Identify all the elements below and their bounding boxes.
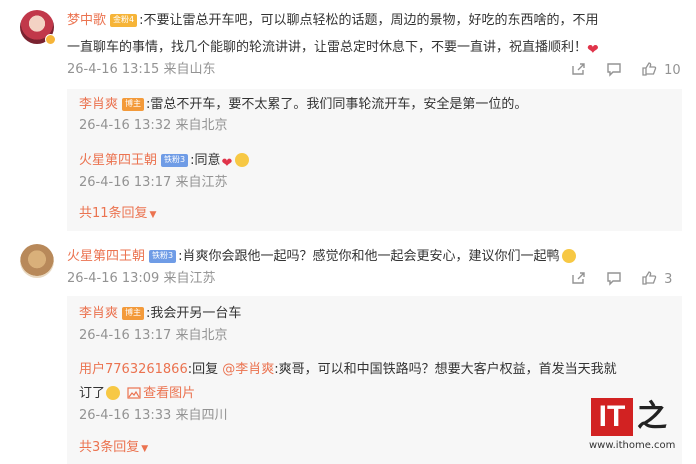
- comment-username[interactable]: 火星第四王朝: [67, 249, 145, 264]
- crying-face-icon: [106, 386, 121, 400]
- reply-username[interactable]: 用户7763261866: [79, 362, 188, 377]
- thumb-up-icon: [642, 62, 657, 76]
- reply-username[interactable]: 李肖爽: [79, 97, 118, 112]
- ithome-url: www.ithome.com: [589, 440, 676, 451]
- comment-time: 26-4-16 13:09 来自江苏: [67, 271, 216, 286]
- comment-icon[interactable]: [606, 61, 622, 83]
- ithome-watermark: IT 之 www.ithome.com: [587, 394, 687, 460]
- reply-time: 26-4-16 13:32 来自北京: [79, 118, 228, 133]
- more-replies-link[interactable]: 共11条回复 ▼: [79, 205, 156, 224]
- reply-username[interactable]: 李肖爽: [79, 306, 118, 321]
- reply-time: 26-4-16 13:33 来自四川: [79, 408, 228, 423]
- reply-time: 26-4-16 13:17 来自北京: [79, 328, 228, 343]
- fan-badge: 铁粉3: [149, 250, 177, 263]
- comment-text: :不要让雷总开车吧，可以聊点轻松的话题，周边的景物，好吃的东西啥的，不用: [139, 13, 599, 28]
- reply-text: :雷总不开车，要不太累了。我们同事轮流开车，安全是第一位的。: [146, 97, 528, 112]
- reply-text-line2: 订了: [79, 386, 106, 401]
- caret-down-icon: ▼: [141, 444, 149, 454]
- comment-text: :肖爽你会跟他一起吗？感觉你和他一起会更安心，建议你们一起鸭: [178, 249, 560, 264]
- mention-link[interactable]: @李肖爽: [222, 362, 274, 377]
- thumb-up-icon: [642, 271, 657, 285]
- crying-face-icon: [235, 153, 250, 167]
- reply-username[interactable]: 火星第四王朝: [79, 153, 157, 168]
- share-icon[interactable]: [570, 61, 586, 83]
- fan-badge: 金粉4: [110, 14, 138, 27]
- blowing-kiss-icon: [561, 249, 576, 263]
- reply-text-after: :爽哥，可以和中国铁路吗？想要大客户权益，首发当天我就: [274, 362, 617, 377]
- reply-box: 李肖爽 博主:雷总不开车，要不太累了。我们同事轮流开车，安全是第一位的。 26-4…: [67, 89, 682, 231]
- heart-icon: ❤: [587, 42, 599, 58]
- reply-text: :我会开另一台车: [146, 306, 242, 321]
- ithome-logo: IT: [591, 398, 633, 436]
- like-count: 3: [664, 272, 673, 287]
- comment-icon[interactable]: [606, 270, 622, 292]
- more-replies-link[interactable]: 共3条回复 ▼: [79, 439, 148, 458]
- share-icon[interactable]: [570, 270, 586, 292]
- comment-username[interactable]: 梦中歌: [67, 13, 106, 28]
- comment-time: 26-4-16 13:15 来自山东: [67, 62, 216, 77]
- comment-text-line2: 一直聊车的事情，找几个能聊的轮流讲讲，让雷总定时休息下，不要一直讲，祝直播顺利！: [67, 40, 588, 55]
- blogger-badge: 博主: [122, 307, 145, 320]
- like-button[interactable]: 10: [641, 61, 681, 80]
- reply-time: 26-4-16 13:17 来自江苏: [79, 175, 228, 190]
- caret-down-icon: ▼: [149, 210, 157, 220]
- heart-icon: ❤: [221, 156, 233, 171]
- image-icon: [127, 387, 141, 399]
- like-count: 10: [664, 63, 681, 78]
- ithome-logo-char: 之: [637, 399, 667, 434]
- fan-badge: 铁粉3: [161, 154, 189, 167]
- view-image-link[interactable]: 查看图片: [127, 386, 195, 401]
- verified-icon: [45, 34, 56, 45]
- reply-text: :回复: [187, 362, 223, 377]
- blogger-badge: 博主: [122, 98, 145, 111]
- reply-text: :同意: [190, 153, 221, 168]
- avatar[interactable]: [20, 244, 54, 278]
- like-button[interactable]: 3: [641, 270, 672, 289]
- comment-1: 梦中歌 金粉4:不要让雷总开车吧，可以聊点轻松的话题，周边的景物，好吃的东西啥的，…: [0, 0, 696, 236]
